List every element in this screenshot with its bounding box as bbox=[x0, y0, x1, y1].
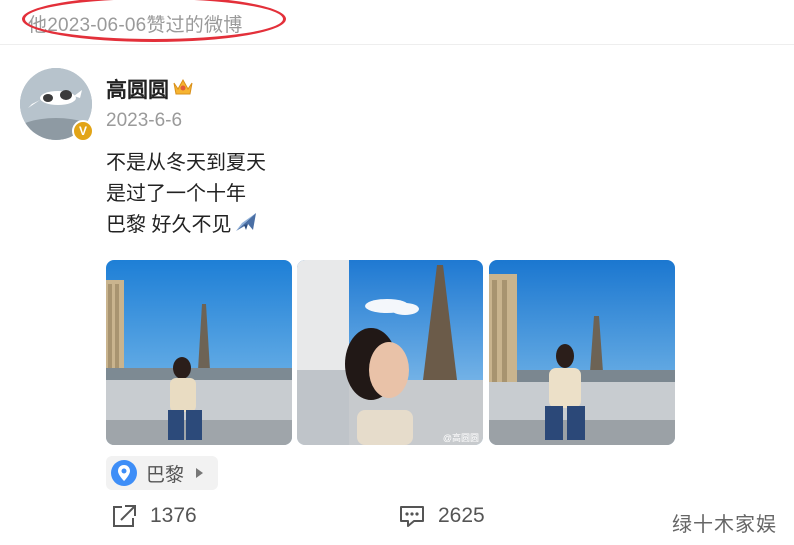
post-line-3: 巴黎 好久不见 bbox=[106, 210, 266, 244]
comment-icon bbox=[400, 506, 424, 527]
post-body: 不是从冬天到夏天 是过了一个十年 巴黎 好久不见 bbox=[106, 148, 266, 244]
photo-watermark: @高圆圆 bbox=[443, 432, 479, 443]
post-photo-1[interactable] bbox=[106, 260, 292, 445]
post-date[interactable]: 2023-6-6 bbox=[106, 110, 182, 132]
comment-count: 2625 bbox=[438, 504, 485, 527]
post-line-1: 不是从冬天到夏天 bbox=[106, 152, 266, 174]
repost-button[interactable]: 1376 bbox=[110, 503, 197, 529]
watermark-text: 绿十木家娱 bbox=[672, 514, 777, 536]
location-label: 巴黎 bbox=[146, 464, 185, 486]
location-tag[interactable]: 巴黎 bbox=[106, 456, 218, 490]
repost-count: 1376 bbox=[150, 504, 197, 527]
chevron-right-icon bbox=[196, 468, 204, 478]
username[interactable]: 高圆圆 bbox=[106, 74, 169, 104]
post-line-3-text: 巴黎 好久不见 bbox=[106, 214, 232, 236]
verified-badge-icon: V bbox=[72, 120, 94, 142]
airplane-icon bbox=[233, 210, 259, 244]
post-line-2: 是过了一个十年 bbox=[106, 183, 246, 205]
crown-icon bbox=[172, 77, 194, 102]
share-icon bbox=[113, 505, 136, 527]
post-photo-3[interactable] bbox=[489, 260, 675, 445]
comment-button[interactable]: 2625 bbox=[398, 503, 485, 529]
post-photo-2[interactable]: @高圆圆 bbox=[297, 260, 483, 445]
location-pin-icon bbox=[111, 460, 137, 486]
